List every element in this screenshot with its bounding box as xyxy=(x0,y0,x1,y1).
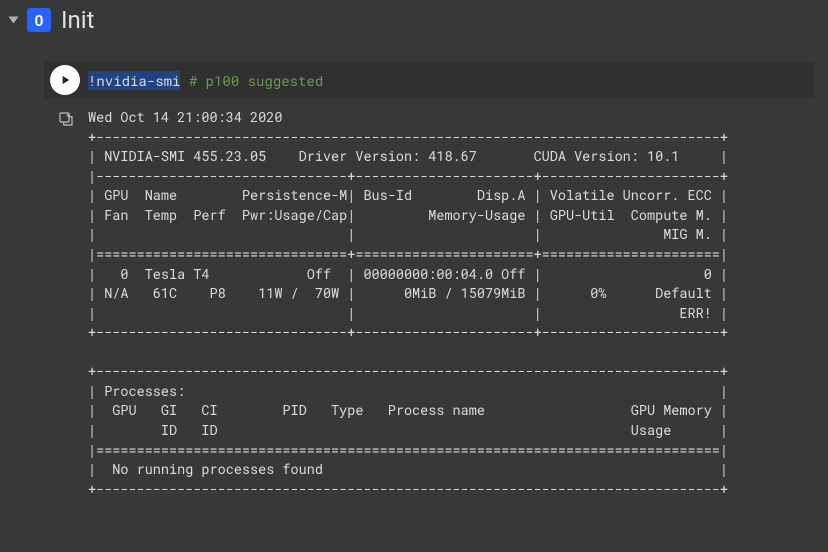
cell-output-text: Wed Oct 14 21:00:34 2020 +--------------… xyxy=(88,108,728,499)
output-gutter xyxy=(44,108,88,128)
code-cell: !nvidia-smi # p100 suggested Wed Oct 14 … xyxy=(44,62,814,499)
output-toggle-icon[interactable] xyxy=(57,110,75,128)
heading-title: Init xyxy=(61,6,94,34)
code-comment: # p100 suggested xyxy=(189,71,323,90)
code-editor[interactable]: !nvidia-smi # p100 suggested xyxy=(88,65,323,96)
collapse-toggle-icon[interactable] xyxy=(9,17,19,24)
cell-output-row: Wed Oct 14 21:00:34 2020 +--------------… xyxy=(44,108,814,499)
code-space xyxy=(180,71,188,90)
play-icon xyxy=(58,73,72,87)
cell-input-row: !nvidia-smi # p100 suggested xyxy=(44,62,814,98)
run-cell-button[interactable] xyxy=(50,65,80,95)
section-heading-row: 0 Init xyxy=(0,0,828,40)
heading-index-badge: 0 xyxy=(27,8,51,32)
code-command: nvidia-smi xyxy=(96,71,180,90)
